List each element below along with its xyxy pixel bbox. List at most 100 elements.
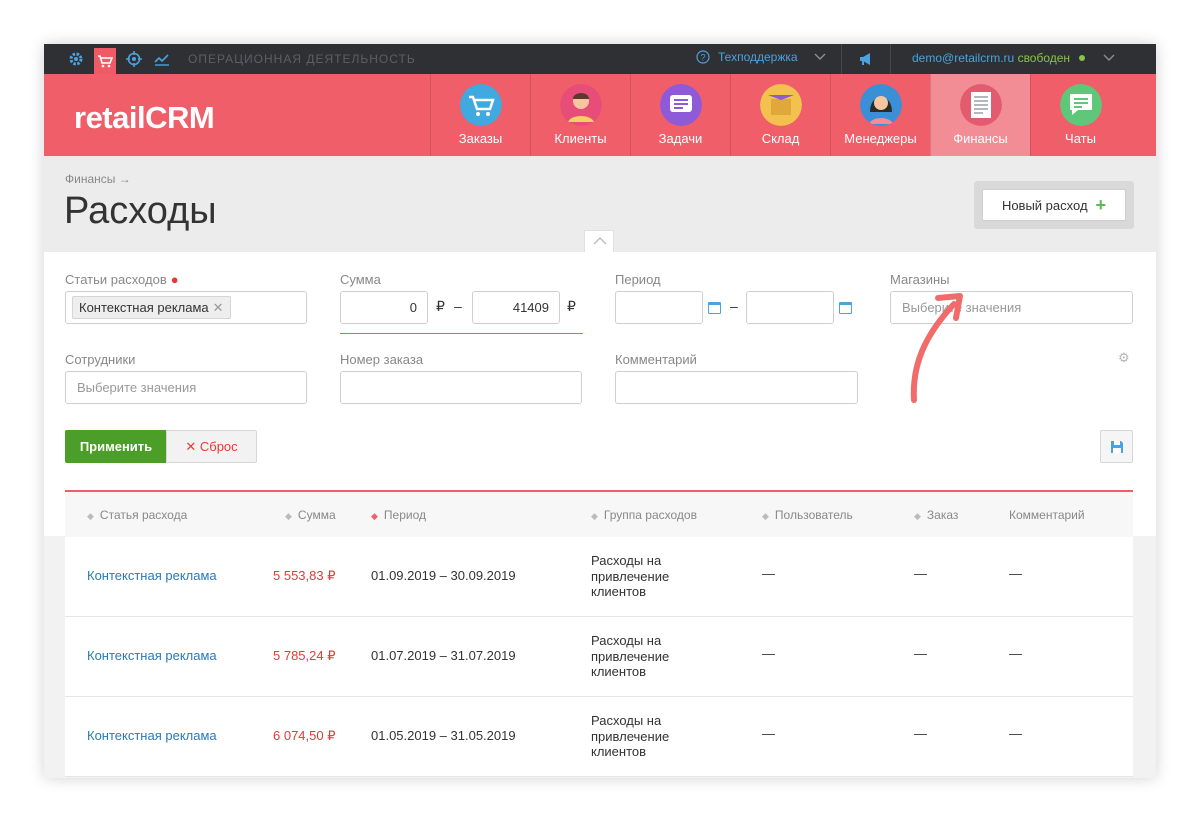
filter-settings-gear-icon[interactable]: ⚙ [1118,350,1130,366]
chats-bubble-icon [1060,84,1102,126]
expense-item-link[interactable]: Контекстная реклама [87,648,217,663]
manager-avatar-icon [860,84,902,126]
column-header[interactable]: ◆ Группа расходов [591,508,697,522]
table-row[interactable]: Контекстная реклама 6 074,50 ₽ 01.05.201… [65,697,1133,777]
period-from-input[interactable] [615,291,703,324]
table-row[interactable]: Контекстная реклама 5 553,83 ₽ 01.09.201… [65,537,1133,617]
support-menu[interactable]: ? Техподдержка [696,50,826,64]
plus-icon: + [1095,194,1107,215]
chevron-up-icon [593,237,607,245]
expense-item-link[interactable]: Контекстная реклама [87,568,217,583]
finance-sheet-icon [960,84,1002,126]
user-cell: — [762,646,775,661]
sum-cell: 5 785,24 ₽ [273,648,336,663]
employees-select[interactable]: Выберите значения [65,371,307,404]
period-cell: 01.07.2019 – 31.07.2019 [371,648,516,663]
top-bar: ОПЕРАЦИОННАЯ ДЕЯТЕЛЬНОСТЬ ? Техподдержка… [44,44,1156,74]
currency-label: ₽ [436,298,445,314]
nav-orders[interactable]: Заказы [430,74,530,156]
megaphone-icon[interactable] [858,51,874,67]
sum-from-input[interactable]: 0 [340,291,428,324]
nav-managers[interactable]: Менеджеры [830,74,930,156]
order-cell: — [914,566,927,581]
chart-icon[interactable] [154,51,170,67]
nav-label: Чаты [1065,131,1096,146]
column-header[interactable]: ◆ Пользователь [762,508,853,522]
period-label: Период [615,272,661,287]
reset-button[interactable]: ✕ Сброс [166,430,257,463]
nav-finance[interactable]: Финансы [930,74,1030,156]
status-dot-icon [1079,55,1086,61]
table-header: ◆ Статья расхода ◆ Сумма ◆ Период ◆ Группа р… [65,492,1133,539]
sort-icon: ◆ [371,511,378,521]
expense-items-field[interactable]: Контекстная реклама ✕ [65,291,307,324]
target-icon[interactable] [126,51,142,67]
apply-button[interactable]: Применить [65,430,167,463]
order-number-input[interactable] [340,371,582,404]
column-header[interactable]: ◆ Статья расхода [87,508,187,522]
comment-label: Комментарий [615,352,697,367]
range-dash: – [730,298,738,314]
annotation-arrow-icon [910,293,963,403]
breadcrumb[interactable]: Финансы → [65,172,131,186]
nav-label: Заказы [458,131,503,146]
order-cell: — [914,646,927,661]
period-to-input[interactable] [746,291,834,324]
period-cell: 01.05.2019 – 31.05.2019 [371,728,516,743]
column-header[interactable]: ◆ Период [371,508,426,522]
expense-item-link[interactable]: Контекстная реклама [87,728,217,743]
period-cell: 01.09.2019 – 30.09.2019 [371,568,516,583]
nav-chats[interactable]: Чаты [1030,74,1130,156]
page-header: Финансы → Расходы Новый расход + [44,156,1156,252]
section-title: ОПЕРАЦИОННАЯ ДЕЯТЕЛЬНОСТЬ [188,52,416,66]
nav-warehouse[interactable]: Склад [730,74,830,156]
sum-to-input[interactable]: 41409 [472,291,560,324]
main-header: retailCRM Заказы Клиенты Задачи Склад Ме… [44,74,1156,156]
column-header[interactable]: ◆ Сумма [285,508,336,522]
sort-icon: ◆ [762,511,769,521]
column-header[interactable]: ◆ Заказ [914,508,958,522]
nav-label: Менеджеры [844,131,917,146]
sort-icon: ◆ [285,511,292,521]
support-label: Техподдержка [718,50,798,64]
calendar-icon[interactable] [839,302,852,314]
new-expense-label: Новый расход [1001,197,1088,213]
sort-icon: ◆ [591,511,598,521]
table-row[interactable]: Контекстная реклама 5 785,24 ₽ 01.07.201… [65,617,1133,697]
divider [890,44,891,74]
comment-input[interactable] [615,371,858,404]
group-cell: Расходы на привлечение клиентов [591,713,670,759]
floppy-disk-icon [1110,441,1123,453]
save-filter-button[interactable] [1100,430,1133,463]
calendar-icon[interactable] [708,302,721,314]
chevron-down-icon [814,53,826,60]
column-header: Комментарий [1009,508,1085,522]
cart-tab[interactable] [94,48,116,74]
user-menu[interactable]: demo@retailcrm.ru свободен [912,51,1115,65]
nav-tasks[interactable]: Задачи [630,74,730,156]
app-window: ОПЕРАЦИОННАЯ ДЕЯТЕЛЬНОСТЬ ? Техподдержка… [44,44,1156,778]
comment-cell: — [1009,726,1022,741]
sum-underline [340,333,583,334]
remove-tag-icon[interactable]: ✕ [213,300,224,315]
new-expense-button[interactable]: Новый расход + [982,189,1126,221]
sum-cell: 5 553,83 ₽ [273,568,336,583]
chevron-down-icon [1103,54,1115,61]
nav-label: Склад [761,131,800,146]
user-status: свободен [1017,51,1071,65]
comment-cell: — [1009,646,1022,661]
tasks-chat-icon [660,84,702,126]
range-dash: – [454,298,462,314]
logo[interactable]: retailCRM [74,100,215,136]
currency-label: ₽ [567,298,576,314]
sort-icon: ◆ [87,511,94,521]
group-cell: Расходы на привлечение клиентов [591,553,670,599]
collapse-filters-button[interactable] [584,230,614,252]
employees-label: Сотрудники [65,352,136,367]
nav-label: Задачи [658,131,703,146]
nav-label: Финансы [953,131,1008,146]
gear-icon[interactable] [68,51,84,67]
nav-clients[interactable]: Клиенты [530,74,630,156]
sum-cell: 6 074,50 ₽ [273,728,336,743]
order-cell: — [914,726,927,741]
